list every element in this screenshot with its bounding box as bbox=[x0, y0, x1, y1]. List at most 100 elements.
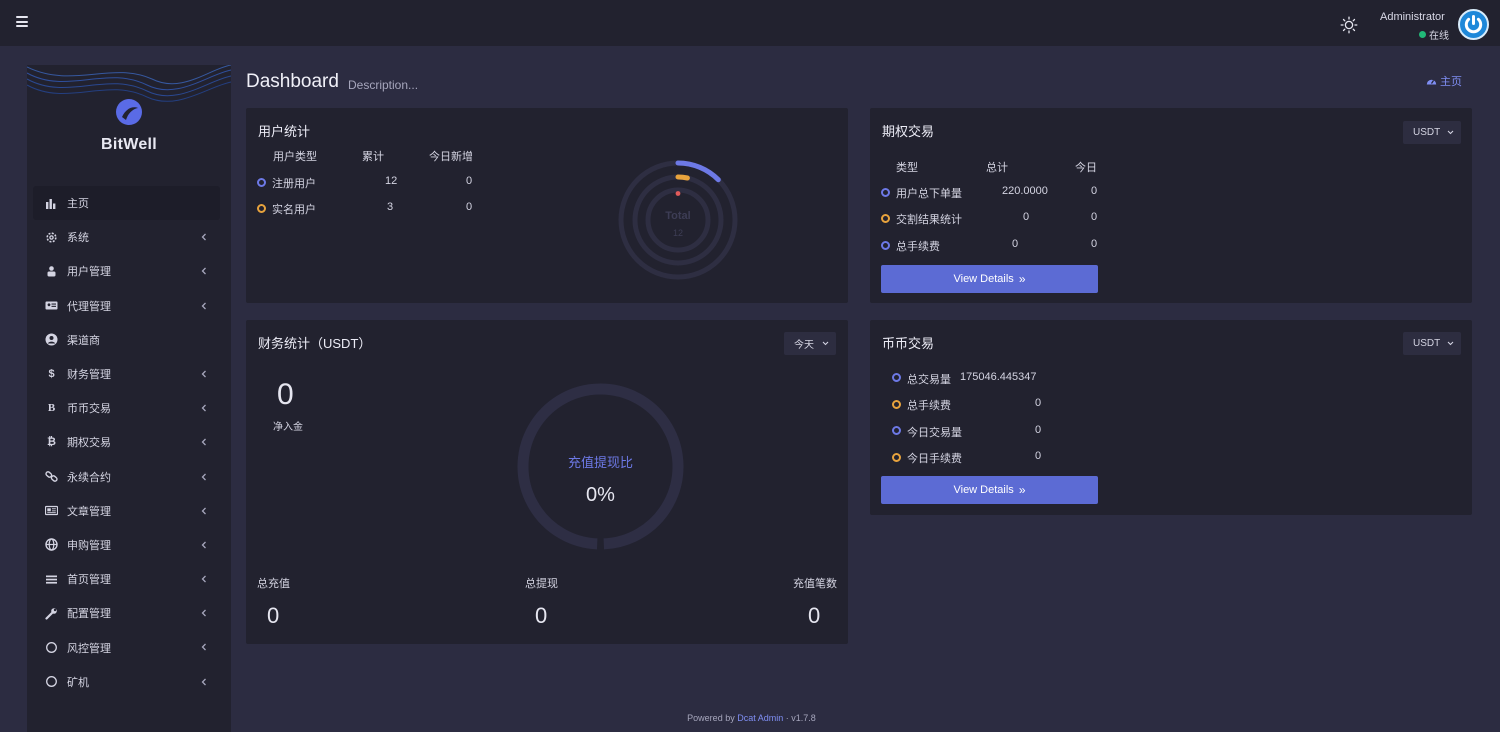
stat-label: 总充值 bbox=[257, 578, 290, 590]
page-title: Dashboard bbox=[246, 71, 339, 92]
row-label: 总手续费 bbox=[907, 400, 951, 412]
row-total: 12 bbox=[385, 175, 398, 187]
bold-b-icon: B bbox=[47, 402, 56, 415]
circle-icon bbox=[46, 642, 57, 653]
sidebar-item-label: 文章管理 bbox=[67, 505, 111, 518]
breadcrumb-home-link[interactable]: 主页 bbox=[1426, 73, 1462, 89]
sidebar-item-label: 系统 bbox=[67, 232, 89, 245]
bitcoin-icon: ₿ bbox=[47, 436, 56, 449]
menu-toggle-icon[interactable] bbox=[16, 16, 28, 27]
sidebar-item-finance[interactable]: $ 财务管理 bbox=[33, 357, 220, 391]
legend-ring-icon bbox=[881, 214, 890, 223]
legend-ring-icon bbox=[892, 400, 901, 409]
sidebar-item-label: 申购管理 bbox=[67, 539, 111, 552]
row-label: 今日手续费 bbox=[907, 453, 962, 465]
sidebar-item-label: 矿机 bbox=[67, 676, 89, 689]
currency-select-value: USDT bbox=[1413, 127, 1441, 138]
sidebar-item-coin-trading[interactable]: B 币币交易 bbox=[33, 391, 220, 425]
radial-arc-verified bbox=[675, 174, 690, 181]
user-radial-chart: Total 12 bbox=[618, 160, 738, 280]
options-trading-card: 期权交易 USDT 类型 总计 今日 用户总下单量 220.0000 0 交割结… bbox=[870, 108, 1472, 303]
view-details-button[interactable]: View Details » bbox=[881, 265, 1098, 293]
sidebar-item-subscription[interactable]: 申购管理 bbox=[33, 528, 220, 562]
sidebar-item-label: 永续合约 bbox=[67, 471, 111, 484]
period-select-value: 今天 bbox=[794, 340, 814, 351]
chevron-down-icon bbox=[1447, 130, 1454, 135]
sidebar-item-homepage[interactable]: 首页管理 bbox=[33, 562, 220, 596]
footer-version: v1.7.8 bbox=[791, 713, 816, 723]
sidebar-item-risk-control[interactable]: 风控管理 bbox=[33, 630, 220, 664]
sidebar-item-system[interactable]: 系统 bbox=[33, 220, 220, 254]
row-today: 0 bbox=[1091, 185, 1098, 197]
ratio-donut-chart: 充值提现比 0% bbox=[517, 383, 684, 550]
currency-select[interactable]: USDT bbox=[1403, 332, 1461, 355]
coin-trading-card: 币币交易 USDT 总交易量 175046.445347 总手续费 0 今日交易… bbox=[870, 320, 1472, 515]
finance-stats-card: 财务统计（USDT） 今天 0 净入金 充值提现比 0% 总充值 总提现 充值笔… bbox=[246, 320, 848, 644]
theme-toggle-sun-icon[interactable] bbox=[1340, 16, 1358, 34]
sidebar-item-label: 期权交易 bbox=[67, 437, 111, 450]
sidebar-item-articles[interactable]: 文章管理 bbox=[33, 494, 220, 528]
legend-ring-icon bbox=[892, 453, 901, 462]
sidebar-item-mining[interactable]: 矿机 bbox=[33, 665, 220, 699]
newspaper-icon bbox=[45, 506, 58, 516]
legend-ring-icon bbox=[257, 204, 266, 213]
view-details-button[interactable]: View Details » bbox=[881, 476, 1098, 504]
chevron-down-icon bbox=[822, 341, 829, 346]
legend-ring-icon bbox=[881, 188, 890, 197]
legend-ring-icon bbox=[257, 178, 266, 187]
row-total: 3 bbox=[387, 201, 394, 213]
currency-select[interactable]: USDT bbox=[1403, 121, 1461, 144]
avatar[interactable] bbox=[1458, 9, 1489, 40]
table-header: 类型 bbox=[896, 162, 918, 174]
chevron-left-icon bbox=[201, 473, 206, 480]
sidebar-item-agents[interactable]: 代理管理 bbox=[33, 289, 220, 323]
chevron-left-icon bbox=[201, 541, 206, 549]
row-today: 0 bbox=[466, 201, 473, 213]
link-icon bbox=[45, 471, 58, 482]
row-today: 0 bbox=[1091, 238, 1098, 250]
sidebar-item-label: 代理管理 bbox=[67, 300, 111, 313]
sidebar-item-home[interactable]: 主页 bbox=[33, 186, 220, 221]
card-title: 财务统计（USDT） bbox=[258, 336, 372, 351]
sidebar-item-users[interactable]: 用户管理 bbox=[33, 254, 220, 288]
sidebar-item-config[interactable]: 配置管理 bbox=[33, 596, 220, 630]
row-value: 0 bbox=[1035, 424, 1042, 436]
sidebar-item-channels[interactable]: 渠道商 bbox=[33, 323, 220, 357]
breadcrumb-home-label: 主页 bbox=[1440, 76, 1462, 88]
chevron-left-icon bbox=[201, 233, 206, 241]
row-value: 0 bbox=[1035, 397, 1042, 409]
sidebar-item-label: 渠道商 bbox=[67, 334, 100, 347]
sidebar-menu: 主页 系统 用户管理 代理管理 渠道商 $ 财务管理 B 币币交易 ₿ 期权交易… bbox=[33, 186, 220, 699]
sidebar-item-label: 主页 bbox=[67, 198, 89, 211]
chevron-left-icon bbox=[201, 404, 206, 412]
footer-separator: · bbox=[785, 713, 789, 723]
table-header: 今日新增 bbox=[429, 151, 473, 163]
ratio-value: 0% bbox=[586, 484, 615, 506]
sidebar-item-label: 风控管理 bbox=[67, 642, 111, 655]
footer-dcat-link[interactable]: Dcat Admin bbox=[737, 713, 783, 723]
table-header: 累计 bbox=[362, 151, 384, 163]
table-header: 总计 bbox=[986, 162, 1008, 174]
row-total: 0 bbox=[1012, 238, 1019, 250]
sidebar-item-label: 用户管理 bbox=[67, 266, 111, 279]
chevron-left-icon bbox=[201, 370, 206, 378]
row-label: 注册用户 bbox=[272, 178, 316, 190]
chevron-left-icon bbox=[201, 643, 206, 651]
legend-ring-icon bbox=[881, 241, 890, 250]
currency-select-value: USDT bbox=[1413, 338, 1441, 349]
user-name[interactable]: Administrator bbox=[1380, 11, 1445, 23]
sidebar-item-options[interactable]: ₿ 期权交易 bbox=[33, 425, 220, 459]
stat-label: 充值笔数 bbox=[793, 578, 837, 590]
period-select[interactable]: 今天 bbox=[784, 332, 836, 355]
row-label: 总交易量 bbox=[907, 374, 951, 386]
sidebar-item-label: 配置管理 bbox=[67, 608, 111, 621]
sidebar-item-label: 首页管理 bbox=[67, 574, 111, 587]
sidebar-item-perpetual[interactable]: 永续合约 bbox=[33, 460, 220, 494]
users-icon bbox=[47, 266, 56, 277]
card-title: 期权交易 bbox=[882, 124, 935, 139]
sidebar-item-label: 财务管理 bbox=[67, 369, 111, 382]
status-dot-icon bbox=[1419, 31, 1426, 38]
table-header: 用户类型 bbox=[273, 151, 317, 163]
double-chevron-right-icon: » bbox=[1018, 272, 1026, 286]
card-title: 币币交易 bbox=[882, 336, 935, 351]
